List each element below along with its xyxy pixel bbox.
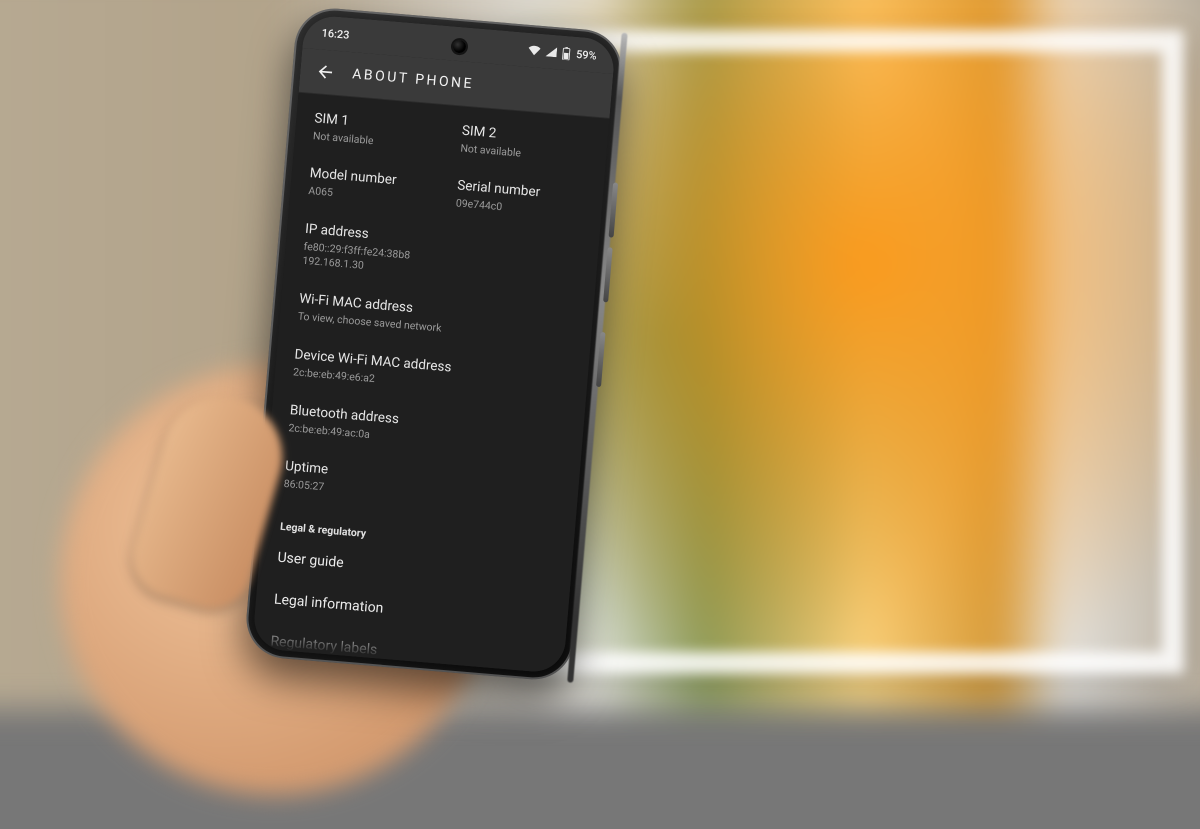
- model-number-item[interactable]: Model number A065: [308, 165, 438, 209]
- page-title: ABOUT PHONE: [352, 66, 475, 92]
- battery-percent: 59%: [576, 47, 598, 62]
- serial-number-item[interactable]: Serial number 09e744c0: [455, 177, 585, 221]
- wifi-icon: [528, 45, 542, 56]
- sim1-item[interactable]: SIM 1 Not available: [312, 110, 442, 154]
- back-button[interactable]: [314, 60, 338, 84]
- battery-icon: [562, 46, 572, 60]
- back-arrow-icon: [315, 61, 337, 83]
- sim2-item[interactable]: SIM 2 Not available: [460, 123, 590, 167]
- phone-body: 16:23: [243, 5, 624, 682]
- phone-screen: 16:23: [252, 14, 616, 674]
- about-phone-list[interactable]: SIM 1 Not available SIM 2 Not available …: [252, 93, 610, 674]
- signal-icon: [546, 46, 558, 57]
- status-time: 16:23: [321, 26, 350, 41]
